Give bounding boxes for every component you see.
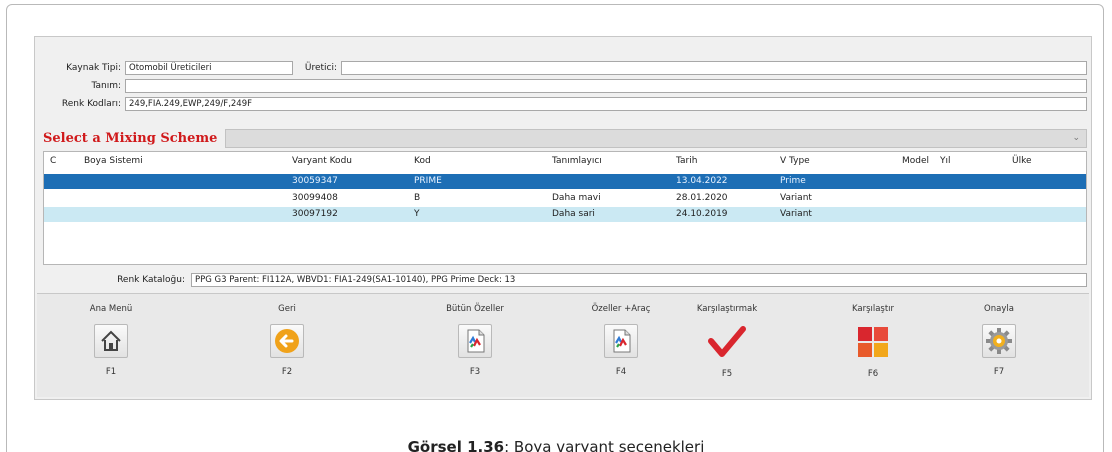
col-paint-system[interactable]: Boya Sistemi <box>84 154 143 169</box>
table-row[interactable]: 30097192 Y Daha sari 24.10.2019 Variant <box>44 207 1086 222</box>
compare-button[interactable]: Karşılaştırmak F5 <box>687 304 767 379</box>
col-country[interactable]: Ülke <box>1012 154 1032 169</box>
compare-alt-button[interactable]: Karşılaştır F6 <box>833 304 913 379</box>
row-variant-code: 30099408 <box>292 193 338 203</box>
source-type-row: Kaynak Tipi: Otomobil Üreticileri Üretic… <box>43 61 1087 75</box>
properties-vehicle-label: Özeller +Araç <box>591 304 651 314</box>
main-menu-label: Ana Menü <box>89 304 133 314</box>
compare-alt-key: F6 <box>867 369 879 379</box>
col-variant-code[interactable]: Varyant Kodu <box>292 154 352 169</box>
col-vtype[interactable]: V Type <box>780 154 810 169</box>
chevron-down-icon[interactable]: ⌄ <box>1072 133 1080 143</box>
main-menu-button[interactable]: Ana Menü F1 <box>71 304 151 377</box>
source-type-label: Kaynak Tipi: <box>66 63 121 73</box>
back-key: F2 <box>281 367 293 377</box>
col-year[interactable]: Yıl <box>940 154 951 169</box>
row-date: 13.04.2022 <box>676 176 728 186</box>
col-date[interactable]: Tarih <box>676 154 697 169</box>
back-button[interactable]: Geri F2 <box>247 304 327 377</box>
document-icon[interactable] <box>604 324 638 358</box>
color-catalog-field[interactable]: PPG G3 Parent: FI112A, WBVD1: FIA1-249(S… <box>191 273 1087 287</box>
caption-prefix: Görsel 1.36 <box>407 438 505 452</box>
row-vtype: Variant <box>780 193 812 203</box>
compare-alt-label: Karşılaştır <box>851 304 895 314</box>
color-codes-label: Renk Kodları: <box>61 99 121 109</box>
row-date: 28.01.2020 <box>676 193 728 203</box>
caption-text: : Boya varyant seçenekleri <box>504 438 705 452</box>
table-row[interactable]: 30059347 PRIME 13.04.2022 Prime <box>44 174 1086 189</box>
row-vtype: Prime <box>780 176 806 186</box>
definition-field[interactable] <box>125 79 1087 93</box>
all-properties-label: Bütün Özeller <box>446 304 504 314</box>
paint-variant-window: Kaynak Tipi: Otomobil Üreticileri Üretic… <box>34 36 1092 400</box>
definition-row: Tanım: <box>43 79 1087 93</box>
figure-caption: Görsel 1.36: Boya varyant seçenekleri <box>0 438 1112 452</box>
approve-button[interactable]: Onayla F7 <box>959 304 1039 377</box>
main-menu-key: F1 <box>105 367 117 377</box>
color-codes-row: Renk Kodları: 249,FIA.249,EWP,249/F,249F <box>43 97 1087 111</box>
compare-label: Karşılaştırmak <box>696 304 758 314</box>
table-header: C Boya Sistemi Varyant Kodu Kod Tanımlay… <box>44 154 1086 169</box>
row-variant-code: 30097192 <box>292 209 338 219</box>
color-catalog-label: Renk Kataloğu: <box>117 275 185 285</box>
color-catalog-row: Renk Kataloğu: PPG G3 Parent: FI112A, WB… <box>115 273 1087 287</box>
row-vtype: Variant <box>780 209 812 219</box>
gear-icon[interactable] <box>982 324 1016 358</box>
row-identifier: Daha sari <box>552 209 595 219</box>
row-code: PRIME <box>414 176 442 186</box>
col-code[interactable]: Kod <box>414 154 431 169</box>
approve-label: Onayla <box>984 304 1014 314</box>
manufacturer-label: Üretici: <box>304 63 337 73</box>
manufacturer-field[interactable] <box>341 61 1087 75</box>
compare-key: F5 <box>721 369 733 379</box>
check-icon[interactable] <box>707 324 747 360</box>
all-properties-button[interactable]: Bütün Özeller F3 <box>435 304 515 377</box>
row-date: 24.10.2019 <box>676 209 728 219</box>
col-identifier[interactable]: Tanımlayıcı <box>552 154 602 169</box>
document-icon[interactable] <box>458 324 492 358</box>
approve-key: F7 <box>993 367 1005 377</box>
mixing-scheme-dropdown[interactable]: ⌄ <box>225 129 1087 148</box>
home-icon[interactable] <box>94 324 128 358</box>
mixing-scheme-bar: Select a Mixing Scheme ⌄ <box>43 129 1087 148</box>
tiles-icon[interactable] <box>855 324 891 360</box>
col-c[interactable]: C <box>50 154 56 169</box>
table-row[interactable]: 30099408 B Daha mavi 28.01.2020 Variant <box>44 191 1086 206</box>
back-label: Geri <box>278 304 296 314</box>
row-identifier: Daha mavi <box>552 193 601 203</box>
row-variant-code: 30059347 <box>292 176 338 186</box>
all-properties-key: F3 <box>469 367 481 377</box>
definition-label: Tanım: <box>91 81 121 91</box>
function-toolbar: Ana Menü F1 Geri F2 Bütün Özeller F3 Öze… <box>37 293 1089 397</box>
source-type-field[interactable]: Otomobil Üreticileri <box>125 61 293 75</box>
row-code: B <box>414 193 421 203</box>
back-arrow-icon[interactable] <box>270 324 304 358</box>
properties-vehicle-button[interactable]: Özeller +Araç F4 <box>581 304 661 377</box>
color-codes-field[interactable]: 249,FIA.249,EWP,249/F,249F <box>125 97 1087 111</box>
variants-table: C Boya Sistemi Varyant Kodu Kod Tanımlay… <box>43 151 1087 265</box>
row-code: Y <box>414 209 420 219</box>
col-model[interactable]: Model <box>902 154 929 169</box>
properties-vehicle-key: F4 <box>615 367 627 377</box>
mixing-scheme-title: Select a Mixing Scheme <box>43 131 218 146</box>
